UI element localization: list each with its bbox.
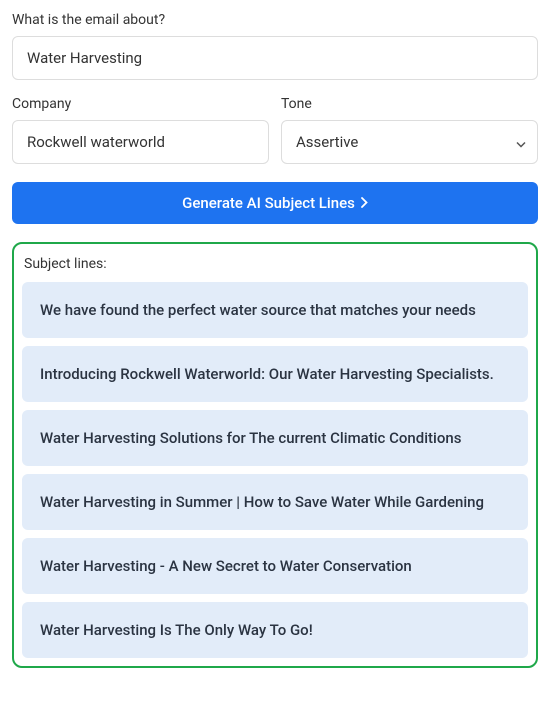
subject-line[interactable]: Water Harvesting in Summer | How to Save… [22,474,528,530]
company-input[interactable] [12,120,269,164]
generate-button[interactable]: Generate AI Subject Lines [12,182,538,224]
subject-line[interactable]: Introducing Rockwell Waterworld: Our Wat… [22,346,528,402]
company-field: Company [12,96,269,164]
chevron-right-icon [361,194,368,212]
results-box: Subject lines: We have found the perfect… [12,242,538,668]
subject-line[interactable]: Water Harvesting Is The Only Way To Go! [22,602,528,658]
email-about-input[interactable] [12,36,538,80]
email-about-field: What is the email about? [12,12,538,80]
company-label: Company [12,96,269,112]
subject-line[interactable]: Water Harvesting Solutions for The curre… [22,410,528,466]
subject-line[interactable]: We have found the perfect water source t… [22,282,528,338]
generate-button-label: Generate AI Subject Lines [182,194,355,212]
tone-field: Tone Assertive [281,96,538,164]
email-about-label: What is the email about? [12,12,538,28]
tone-select[interactable]: Assertive [281,120,538,164]
subject-line[interactable]: Water Harvesting - A New Secret to Water… [22,538,528,594]
results-title: Subject lines: [22,256,528,272]
tone-label: Tone [281,96,538,112]
